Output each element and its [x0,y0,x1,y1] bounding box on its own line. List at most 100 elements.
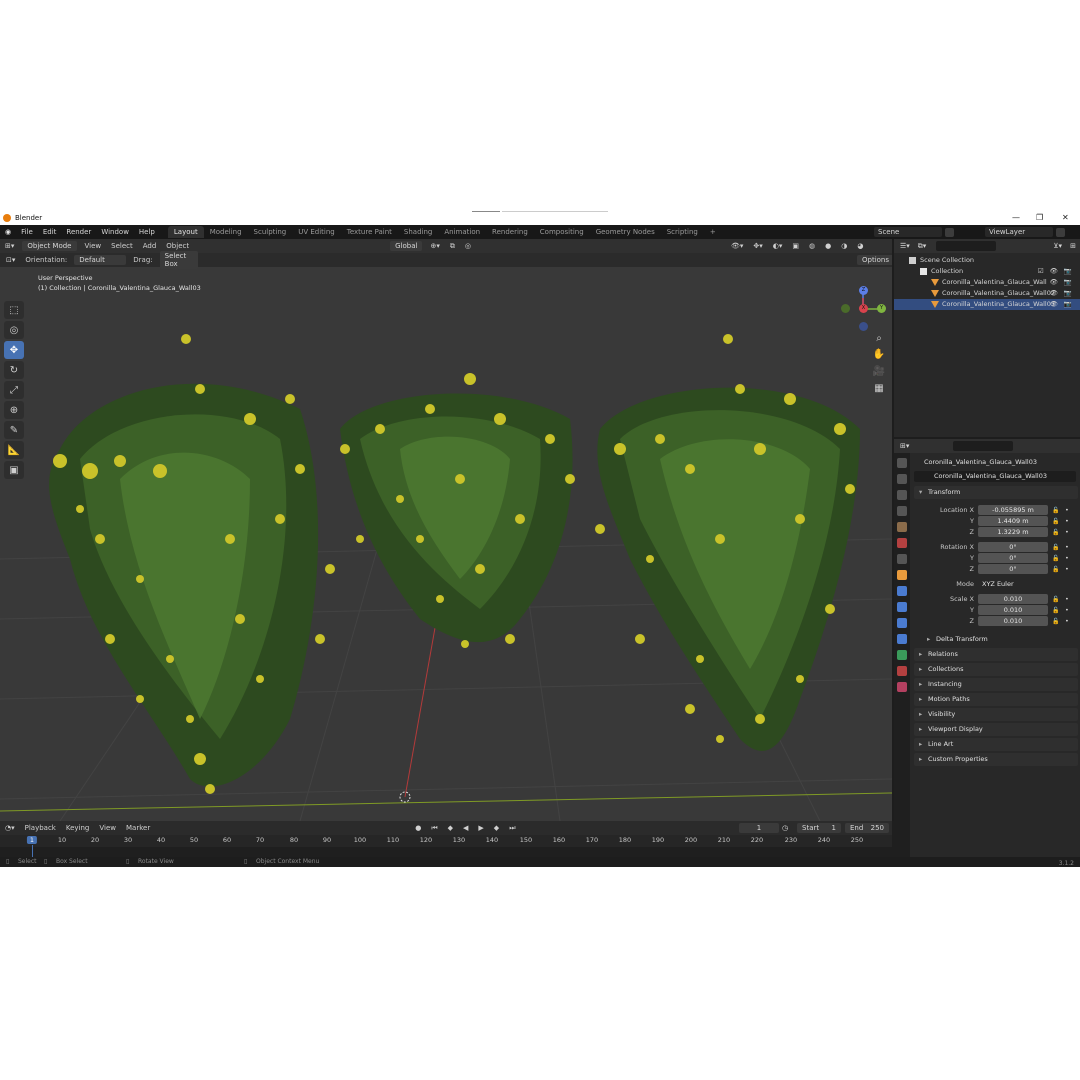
rotation-mode-dropdown[interactable]: XYZ Euler [978,579,1048,589]
minimize-button[interactable]: — [1012,213,1020,222]
new-view-layer-icon[interactable] [1056,228,1065,237]
transform-panel-header[interactable]: Transform [914,486,1078,499]
shading-rendered-icon[interactable]: ◕ [852,242,868,250]
blender-menu-icon[interactable]: ◉ [0,228,16,236]
options-dropdown[interactable]: Options [857,255,892,265]
plant-wall-03[interactable] [597,387,860,751]
tab-scripting[interactable]: Scripting [661,226,704,238]
next-keyframe-icon[interactable]: ◆ [489,824,504,832]
delta-transform-subpanel[interactable]: Delta Transform [922,633,1078,646]
scale-z-field[interactable]: 0.010 [978,616,1048,626]
tab-compositing[interactable]: Compositing [534,226,590,238]
new-scene-icon[interactable] [945,228,954,237]
outliner-row-object-2[interactable]: Coronilla_Valentina_Glauca_Wall02 👁 📷 [894,288,1080,299]
location-x-field[interactable]: -0.055895 m [978,505,1048,515]
ortho-grid-icon[interactable]: ▦ [872,383,886,397]
plant-wall-02[interactable] [340,393,573,643]
lock-icon[interactable]: 🔓 [1052,616,1059,627]
measure-tool-icon[interactable]: 📐 [4,441,24,459]
material-tab-icon[interactable] [897,666,907,676]
rotation-y-field[interactable]: 0° [978,553,1048,563]
menu-object[interactable]: Object [161,242,194,250]
physics-tab-icon[interactable] [897,618,907,628]
tab-uv-editing[interactable]: UV Editing [292,226,341,238]
keyframe-dot-icon[interactable]: • [1065,527,1069,538]
collections-panel-header[interactable]: Collections [914,663,1078,676]
menu-marker[interactable]: Marker [121,824,155,832]
relations-panel-header[interactable]: Relations [914,648,1078,661]
keyframe-dot-icon[interactable]: • [1065,564,1069,575]
play-icon[interactable]: ▶ [473,824,488,832]
outliner-row-scene-collection[interactable]: Scene Collection [894,255,1080,266]
menu-file[interactable]: File [16,228,38,236]
lock-icon[interactable]: 🔓 [1052,553,1059,564]
output-tab-icon[interactable] [897,490,907,500]
keyframe-dot-icon[interactable]: • [1065,516,1069,527]
pan-hand-icon[interactable]: ✋ [872,349,886,363]
drag-dropdown[interactable]: Select Box [159,251,198,269]
close-button[interactable]: ✕ [1062,213,1069,222]
rotation-x-field[interactable]: 0° [978,542,1048,552]
shading-wireframe-icon[interactable]: ◍ [804,242,820,250]
keyframe-dot-icon[interactable]: • [1065,542,1069,553]
view-layer-tab-icon[interactable] [897,506,907,516]
keyframe-dot-icon[interactable]: • [1065,616,1069,627]
line-art-panel-header[interactable]: Line Art [914,738,1078,751]
pivot-icon[interactable]: ⊕▾ [425,242,444,250]
view-layer-selector[interactable]: ViewLayer [985,227,1053,237]
object-1-toggles[interactable]: 👁 📷 [1050,277,1074,288]
gizmo-toggle-icon[interactable]: ✥▾ [748,242,767,250]
world-tab-icon[interactable] [897,538,907,548]
menu-render[interactable]: Render [61,228,96,236]
display-mode-icon[interactable]: ⧉▾ [918,242,927,251]
location-y-field[interactable]: 1.4409 m [978,516,1048,526]
menu-edit[interactable]: Edit [38,228,62,236]
constraints-tab-icon[interactable] [897,634,907,644]
scene-selector[interactable]: Scene [874,227,942,237]
tab-animation[interactable]: Animation [438,226,486,238]
outliner-row-object-1[interactable]: Coronilla_Valentina_Glauca_Wall 👁 📷 [894,277,1080,288]
data-tab-icon[interactable] [897,650,907,660]
frame-ruler[interactable]: 1 10 20 30 40 50 60 70 80 90 100 110 120… [0,835,892,847]
object-name-field[interactable]: Coronilla_Valentina_Glauca_Wall03 [914,471,1076,482]
tool-icon[interactable]: ⊡▾ [0,256,21,264]
play-reverse-icon[interactable]: ◀ [458,824,473,832]
gizmo-neg-z-axis[interactable] [859,322,868,331]
cursor-tool-icon[interactable]: ◎ [4,321,24,339]
properties-editor-icon[interactable]: ⊞▾ [900,442,909,450]
scene-tab-icon[interactable] [897,522,907,532]
gizmo-z-axis[interactable]: Z [859,286,868,295]
proportional-edit-icon[interactable]: ◎ [460,242,476,250]
maximize-button[interactable]: ❐ [1036,213,1043,222]
location-z-field[interactable]: 1.3229 m [978,527,1048,537]
shading-material-icon[interactable]: ◑ [836,242,852,250]
keyframe-dot-icon[interactable]: • [1065,553,1069,564]
scale-tool-icon[interactable]: ⤢ [4,381,24,399]
jump-end-icon[interactable]: ⏭ [504,824,520,833]
keyframe-dot-icon[interactable]: • [1065,605,1069,616]
object-2-toggles[interactable]: 👁 📷 [1050,288,1074,299]
viewport-display-panel-header[interactable]: Viewport Display [914,723,1078,736]
tab-shading[interactable]: Shading [398,226,438,238]
visibility-icon[interactable]: 👁▾ [726,242,748,250]
visibility-panel-header[interactable]: Visibility [914,708,1078,721]
lock-icon[interactable]: 🔓 [1052,516,1059,527]
rotate-tool-icon[interactable]: ↻ [4,361,24,379]
menu-keying[interactable]: Keying [61,824,95,832]
motion-paths-panel-header[interactable]: Motion Paths [914,693,1078,706]
instancing-panel-header[interactable]: Instancing [914,678,1078,691]
record-icon[interactable]: ● [410,824,426,832]
menu-playback[interactable]: Playback [20,824,61,832]
tab-modeling[interactable]: Modeling [204,226,248,238]
current-frame-field[interactable]: 1 [739,823,779,833]
prev-keyframe-icon[interactable]: ◆ [443,824,458,832]
lock-icon[interactable]: 🔓 [1052,527,1059,538]
end-frame-field[interactable]: End 250 [845,823,889,833]
timeline-editor-icon[interactable]: ◔▾ [0,824,20,832]
lock-icon[interactable]: 🔓 [1052,542,1059,553]
lock-icon[interactable]: 🔓 [1052,564,1059,575]
menu-add[interactable]: Add [138,242,162,250]
outliner-row-collection[interactable]: Collection ☑ 👁 📷 [894,266,1080,277]
object-tab-icon[interactable] [897,570,907,580]
tab-geometry-nodes[interactable]: Geometry Nodes [590,226,661,238]
